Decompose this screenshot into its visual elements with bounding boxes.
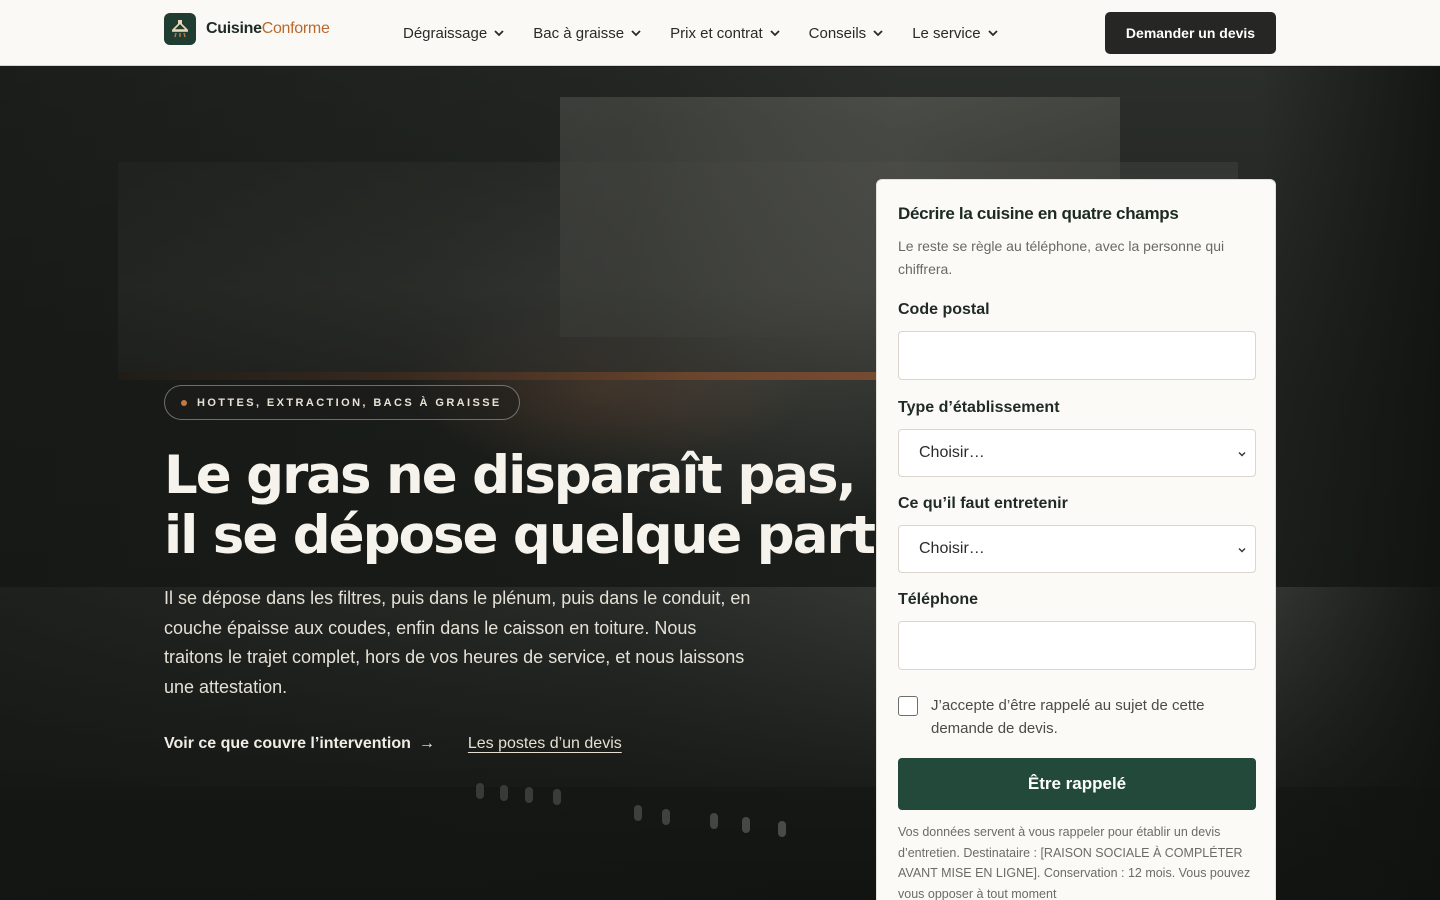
site-header: CuisineConforme Dégraissage Bac à graiss… bbox=[0, 0, 1440, 66]
maintenance-scope-value: Choisir… bbox=[919, 540, 985, 557]
logo[interactable]: CuisineConforme bbox=[164, 13, 330, 45]
hero-badge: HOTTES, EXTRACTION, BACS À GRAISSE bbox=[164, 385, 520, 420]
establishment-type-label: Type d’établissement bbox=[898, 399, 1060, 416]
callback-submit-button[interactable]: Être rappelé bbox=[898, 758, 1256, 810]
phone-input[interactable] bbox=[898, 621, 1256, 670]
postal-code-input[interactable] bbox=[898, 331, 1256, 380]
nav-item-prix-et-contrat[interactable]: Prix et contrat bbox=[670, 25, 781, 42]
chevron-down-icon bbox=[631, 30, 641, 37]
nav-item-bac-a-graisse[interactable]: Bac à graisse bbox=[533, 25, 642, 42]
consent-row: J’accepte d’être rappelé au sujet de cet… bbox=[898, 694, 1256, 740]
hero-title-line-2: il se dépose quelque part bbox=[164, 505, 876, 566]
arrow-right-icon: → bbox=[418, 735, 435, 752]
main-nav: Dégraissage Bac à graisse Prix et contra… bbox=[403, 0, 999, 66]
request-quote-button[interactable]: Demander un devis bbox=[1105, 12, 1276, 54]
hood-logo-icon bbox=[164, 13, 196, 45]
logo-text: CuisineConforme bbox=[206, 20, 330, 38]
establishment-type-select[interactable]: Choisir… bbox=[898, 429, 1256, 477]
maintenance-scope-label: Ce qu’il faut entretenir bbox=[898, 495, 1068, 512]
postal-code-label: Code postal bbox=[898, 301, 990, 318]
quote-form-card: Décrire la cuisine en quatre champs Le r… bbox=[876, 179, 1276, 900]
intervention-scope-link[interactable]: Voir ce que couvre l’intervention → bbox=[164, 735, 435, 753]
nav-item-label: Bac à graisse bbox=[533, 24, 625, 42]
chevron-down-icon bbox=[770, 30, 780, 37]
chevron-down-icon bbox=[494, 30, 504, 37]
hero-description: Il se dépose dans les filtres, puis dans… bbox=[164, 588, 751, 697]
consent-label: J’accepte d’être rappelé au sujet de cet… bbox=[931, 697, 1205, 737]
nav-item-label: Prix et contrat bbox=[670, 24, 763, 42]
chevron-down-icon bbox=[987, 30, 998, 37]
establishment-type-value: Choisir… bbox=[919, 444, 985, 461]
privacy-notice: Vos données servent à vous rappeler pour… bbox=[898, 825, 1251, 900]
hero-badge-text: HOTTES, EXTRACTION, BACS À GRAISSE bbox=[197, 396, 502, 409]
nav-item-label: Le service bbox=[912, 24, 981, 42]
nav-item-label: Dégraissage bbox=[403, 24, 488, 42]
hero-title: Le gras ne disparaît pas, il se dépose q… bbox=[164, 445, 876, 566]
nav-item-conseils[interactable]: Conseils bbox=[809, 25, 885, 42]
nav-item-le-service[interactable]: Le service bbox=[912, 25, 998, 42]
hero-title-line-1: Le gras ne disparaît pas, bbox=[164, 445, 857, 506]
nav-item-label: Conseils bbox=[808, 24, 867, 42]
form-subtitle: Le reste se règle au téléphone, avec la … bbox=[898, 238, 1225, 277]
hero-overlay-right bbox=[1260, 67, 1440, 900]
form-title: Décrire la cuisine en quatre champs bbox=[898, 204, 1179, 223]
nav-item-degraissage[interactable]: Dégraissage bbox=[403, 25, 505, 42]
badge-dot-icon bbox=[181, 399, 187, 406]
chevron-down-icon bbox=[1238, 548, 1246, 553]
phone-label: Téléphone bbox=[898, 591, 979, 608]
chevron-down-icon bbox=[873, 30, 883, 37]
quote-items-link[interactable]: Les postes d’un devis bbox=[468, 735, 622, 753]
consent-checkbox[interactable] bbox=[898, 696, 918, 716]
chevron-down-icon bbox=[1238, 452, 1246, 457]
logo-text-accent: Conforme bbox=[261, 20, 330, 37]
maintenance-scope-select[interactable]: Choisir… bbox=[898, 525, 1256, 573]
intervention-scope-link-label: Voir ce que couvre l’intervention bbox=[164, 735, 411, 752]
logo-text-primary: Cuisine bbox=[206, 20, 262, 37]
hero-links: Voir ce que couvre l’intervention → Les … bbox=[164, 735, 622, 753]
